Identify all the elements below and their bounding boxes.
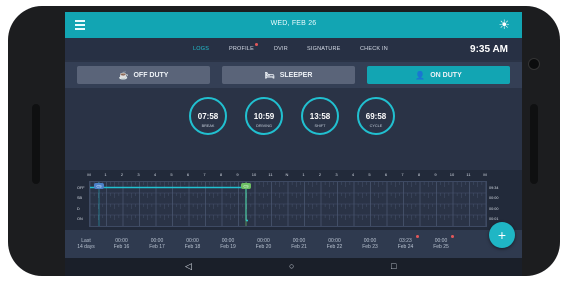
hour-label: 11 (268, 172, 273, 177)
back-icon[interactable]: ◁ (185, 261, 192, 271)
tab-profile[interactable]: PROFILE (229, 43, 258, 52)
hour-label: 2 (318, 172, 322, 177)
date-cell-label: 14 days (77, 244, 95, 250)
bed-icon: 🛏 (264, 70, 275, 80)
duty-status-bar: ☕ OFF DUTY 🛏 SLEEPER 👤 ON DUTY (65, 62, 522, 88)
row-label-on: ON (77, 217, 83, 221)
hour-label: 9 (236, 172, 239, 177)
hour-label: M (87, 172, 91, 177)
date-cell-label: Feb 21 (291, 244, 307, 250)
app-bar: WED, FEB 26 ☀ (65, 12, 522, 38)
hour-label: N (285, 172, 289, 177)
home-icon[interactable]: ○ (289, 261, 294, 271)
tab-bar: LOGS PROFILE DVIR SIGNATURE CHECK IN 9:3… (65, 38, 522, 60)
date-cell-label: Feb 23 (362, 244, 378, 250)
hour-label: 5 (368, 172, 371, 177)
date-cell[interactable]: 00:00 Feb 23 (355, 238, 385, 250)
hour-label: 3 (335, 172, 338, 177)
tab-check-in[interactable]: CHECK IN (360, 46, 388, 52)
row-label-sb: SB (77, 196, 83, 200)
android-navbar: ◁ ○ □ (65, 258, 522, 276)
hour-label: 8 (219, 172, 223, 177)
hour-label: 1 (104, 172, 107, 177)
add-fab-button[interactable]: + (489, 222, 515, 248)
hour-label: 5 (170, 172, 173, 177)
timers-panel: 07:58 BREAK 10:59 DRIVING 13:58 SHIFT 69… (65, 88, 522, 168)
driving-label: DRIVING (256, 124, 272, 128)
app-screen: WED, FEB 26 ☀ LOGS PROFILE DVIR SIGNATUR… (65, 12, 522, 276)
date-cell[interactable]: 00:00 Feb 20 (249, 238, 279, 250)
violation-dot (451, 235, 454, 238)
log-graph[interactable]: CS CS (89, 181, 487, 227)
sleeper-button[interactable]: 🛏 SLEEPER (222, 66, 355, 84)
date-cell-label: Feb 22 (326, 244, 343, 250)
speaker-left (32, 104, 40, 184)
hour-label: 11 (466, 172, 471, 177)
row-label-d: D (77, 207, 80, 211)
hour-label: 9 (434, 172, 437, 177)
date-cell[interactable]: 00:00 Feb 19 (213, 238, 243, 250)
hour-label: 2 (120, 172, 124, 177)
break-label: BREAK (201, 124, 215, 128)
date-cell[interactable]: 03:23 Feb 24 (391, 235, 421, 250)
date-cell-label: Feb 17 (149, 244, 165, 250)
hour-label: 7 (401, 172, 404, 177)
hour-label: 3 (137, 172, 140, 177)
date-cell-label: Feb 24 (397, 244, 414, 250)
row-total-on: 00:01 (489, 217, 499, 221)
date-cell-label: Feb 18 (184, 244, 201, 250)
recent-apps-icon[interactable]: □ (391, 261, 396, 271)
hour-label: 8 (417, 172, 421, 177)
hour-label: 6 (186, 172, 190, 177)
speaker-right (530, 104, 538, 184)
hour-label: 4 (351, 172, 355, 177)
tab-logs[interactable]: LOGS (193, 46, 209, 52)
hour-labels: M 1 2 3 4 5 6 7 8 9 10 11 N 1 2 3 4 5 6 7 8 9 10 11 M (87, 172, 487, 179)
hour-label: M (483, 172, 487, 177)
date-cell-label: Feb 20 (255, 244, 272, 250)
violation-dot (415, 235, 419, 238)
date-cell[interactable]: Last 14 days (71, 238, 101, 250)
hour-label: 1 (302, 172, 305, 177)
date-cell-label: Feb 25 (433, 244, 449, 250)
date-cell[interactable]: 00:00 Feb 16 (107, 238, 137, 250)
date-strip: Last 14 days 00:00 Feb 16 00:00 Feb 17 00:00 Fe… (65, 230, 522, 258)
marker-label: CS (244, 185, 250, 189)
tab-signature[interactable]: SIGNATURE (307, 46, 340, 52)
hour-label: 10 (449, 172, 455, 177)
cycle-timer: 69:58 (357, 97, 395, 135)
date-title: WED, FEB 26 (270, 20, 317, 27)
coffee-icon: ☕ (118, 70, 129, 80)
row-total-d: 00:00 (489, 207, 499, 211)
marker-label: CS (97, 185, 103, 189)
hour-label: 7 (203, 172, 206, 177)
driving-timer: 10:59 (245, 97, 283, 135)
clock: 9:35 AM (470, 44, 508, 55)
date-cell[interactable]: 00:00 Feb 17 (142, 238, 172, 250)
date-cell[interactable]: 00:00 Feb 21 (284, 238, 314, 250)
date-cell[interactable]: 00:00 Feb 18 (178, 238, 208, 250)
duty-graph: M 1 2 3 4 5 6 7 8 9 10 11 N 1 2 3 4 5 6 7 8 9 10 11 M OFF SB D O… (65, 170, 522, 230)
sun-icon[interactable]: ☀ (498, 18, 510, 31)
user-gear-icon: 👤 (415, 70, 426, 80)
break-timer: 07:58 (189, 97, 227, 135)
tab-dvir[interactable]: DVIR (274, 46, 288, 52)
shift-label: SHIFT (314, 124, 326, 128)
hour-label: 4 (153, 172, 157, 177)
row-total-off: 09:34 (489, 186, 499, 190)
shift-timer: 13:58 (301, 97, 339, 135)
date-cell[interactable]: 00:00 Feb 22 (320, 238, 350, 250)
row-label-off: OFF (77, 186, 85, 190)
date-cell-label: Feb 19 (220, 244, 236, 250)
hour-label: 6 (384, 172, 388, 177)
date-cell-label: Feb 16 (113, 244, 130, 250)
off-duty-button[interactable]: ☕ OFF DUTY (77, 66, 210, 84)
cycle-label: CYCLE (369, 124, 383, 128)
on-duty-button[interactable]: 👤 ON DUTY (367, 66, 510, 84)
camera-icon (528, 58, 540, 70)
profile-badge (254, 43, 258, 46)
hour-label: 10 (251, 172, 257, 177)
date-cell[interactable]: 00:00 Feb 25 (426, 235, 456, 250)
row-total-sb: 00:00 (489, 196, 499, 200)
